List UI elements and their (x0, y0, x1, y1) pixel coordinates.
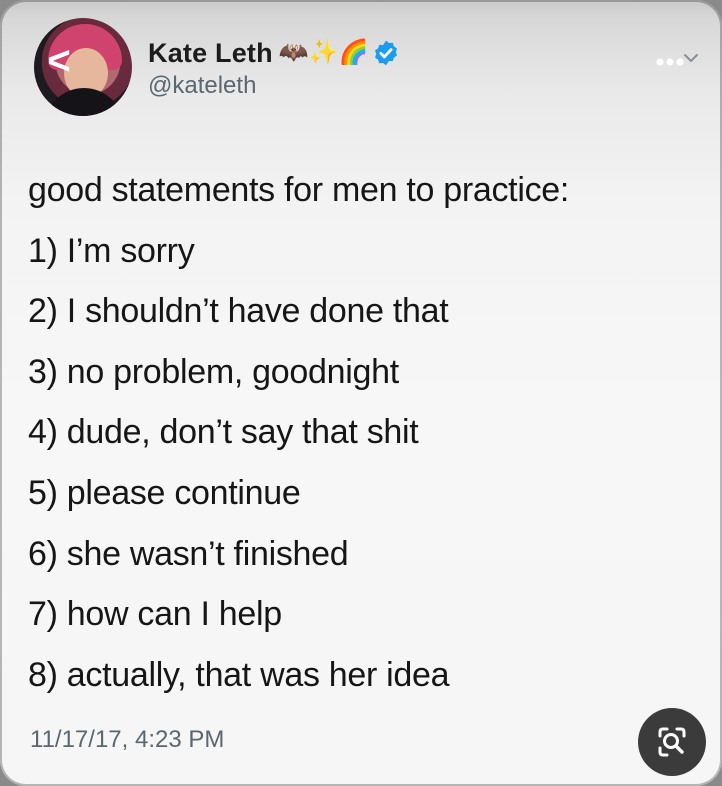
tweet-timestamp[interactable]: 11/17/17, 4:23 PM (30, 726, 224, 754)
author-handle[interactable]: @kateleth (148, 72, 256, 100)
tweet-header: < Kate Leth 🦇✨🌈 @kateleth (0, 18, 722, 118)
tweet-text-line: 6) she wasn’t finished (28, 534, 349, 573)
verified-badge-icon (375, 40, 398, 66)
author-name-row[interactable]: Kate Leth 🦇✨🌈 (148, 36, 400, 70)
name-emoji: 🦇✨🌈 (278, 39, 369, 66)
avatar-shirt (44, 88, 124, 116)
tweet-text-line: 4) dude, don’t say that shit (28, 413, 419, 452)
author-display-name[interactable]: Kate Leth (148, 38, 273, 69)
tweet-text-line: 5) please continue (28, 473, 301, 512)
tweet-screenshot: < Kate Leth 🦇✨🌈 @kateleth good statement… (0, 0, 722, 786)
tweet-text-line: 2) I shouldn’t have done that (28, 292, 449, 331)
tweet-text-line: 3) no problem, goodnight (28, 352, 399, 391)
image-search-icon (658, 727, 686, 757)
tweet-text-line: 1) I’m sorry (28, 231, 195, 270)
more-options-icon[interactable] (652, 46, 702, 76)
back-chevron-icon[interactable]: < (38, 40, 80, 82)
tweet-text-line: 8) actually, that was her idea (28, 655, 450, 694)
tweet-text: good statements for men to practice: 1) … (28, 160, 708, 705)
tweet-text-line: 7) how can I help (28, 595, 282, 634)
image-search-button[interactable] (638, 708, 706, 776)
tweet-text-line: good statements for men to practice: (28, 171, 570, 209)
